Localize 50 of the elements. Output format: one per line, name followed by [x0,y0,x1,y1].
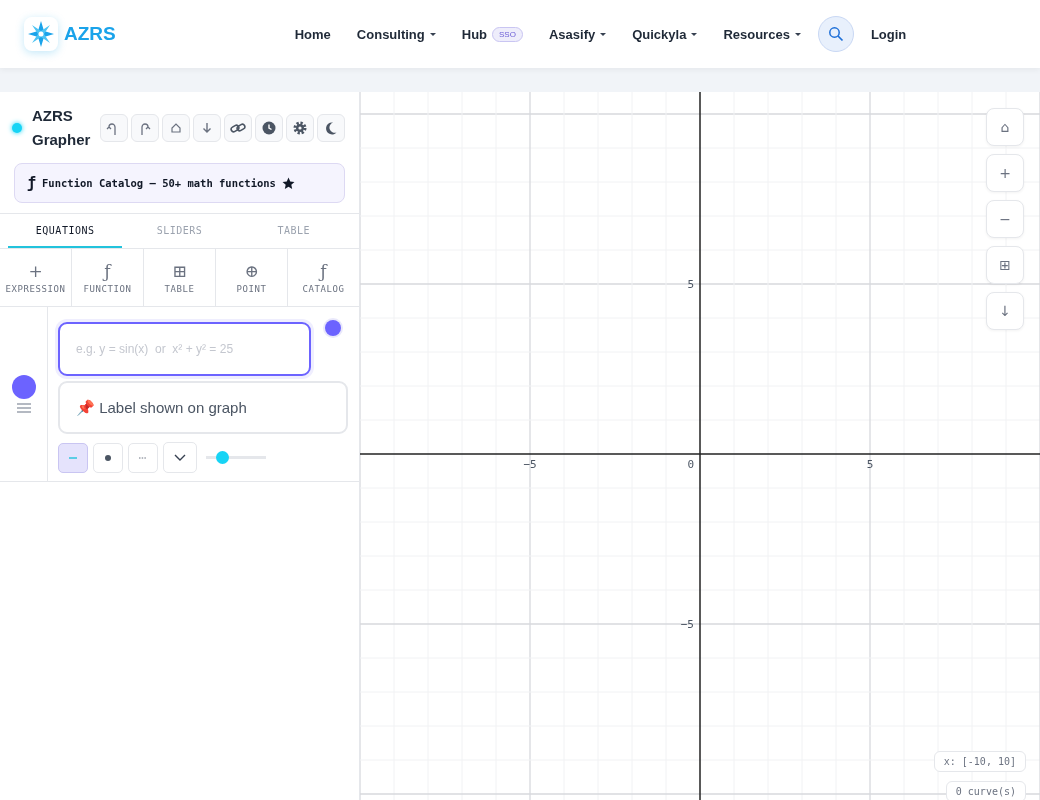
color-dot[interactable] [11,375,36,399]
tick-label: −5 [680,618,694,631]
graph-control-button[interactable]: ⌂ [986,108,1024,146]
slider-thumb[interactable] [216,451,230,464]
tick-label: −5 [523,458,537,471]
dropdown-button[interactable] [163,442,197,473]
tick-label: 5 [687,278,694,291]
star-icon [281,176,295,190]
undo-button[interactable] [100,114,128,142]
curve-count-badge: 0 curve(s) [945,781,1026,800]
chevron-icon [174,454,186,461]
logo-icon[interactable] [24,17,58,51]
app-title: AZRS Grapher [32,106,92,150]
nav-link[interactable]: Resources [710,26,814,42]
sso-badge: SSO [492,26,523,42]
history-button[interactable] [255,114,283,142]
nav-link[interactable]: Quickyla [619,26,711,42]
nav-link[interactable]: Hub SSO [448,26,536,42]
nav-link[interactable]: Asasify [535,26,620,42]
search-button[interactable] [817,16,854,52]
range-badge: x: [-10, 10] [933,751,1026,772]
link-button[interactable] [224,114,252,142]
brand-name[interactable]: AZRS [64,23,116,45]
tick-label: 0 [687,458,694,471]
link-icon [230,120,246,136]
graph-control-button[interactable]: ⊞ [986,246,1024,284]
expression-field[interactable]: e.g. y = sin(x) or x² + y² = 25 [58,322,311,376]
login-link[interactable]: Login [857,26,920,42]
tick-label: 5 [866,458,874,471]
settings-button[interactable] [286,114,314,142]
search-icon [827,26,844,42]
dot-icon [102,454,114,461]
color-swatch[interactable] [325,320,341,336]
function-catalog-button[interactable]: ƒ Function Catalog — 50+ math functions [14,163,345,203]
solid-line-icon [67,454,79,461]
dashed-line-icon [137,454,149,461]
drag-handle-icon[interactable] [16,403,31,413]
theme-button[interactable] [317,114,345,142]
nav-link[interactable]: Home [281,26,344,42]
graph-control-button[interactable]: − [986,200,1024,238]
label-field[interactable]: 📌 Label shown on graph [58,381,348,434]
clock-icon [261,120,277,136]
settings-icon [292,120,308,136]
line-style-button[interactable] [93,442,123,473]
redo-button[interactable] [131,114,159,142]
graph-control-button[interactable]: ↓ [986,292,1024,330]
home-button[interactable] [162,114,190,142]
status-dot [12,123,22,133]
graph-control-button[interactable]: + [986,154,1024,192]
nav-link[interactable]: Consulting [343,26,449,42]
